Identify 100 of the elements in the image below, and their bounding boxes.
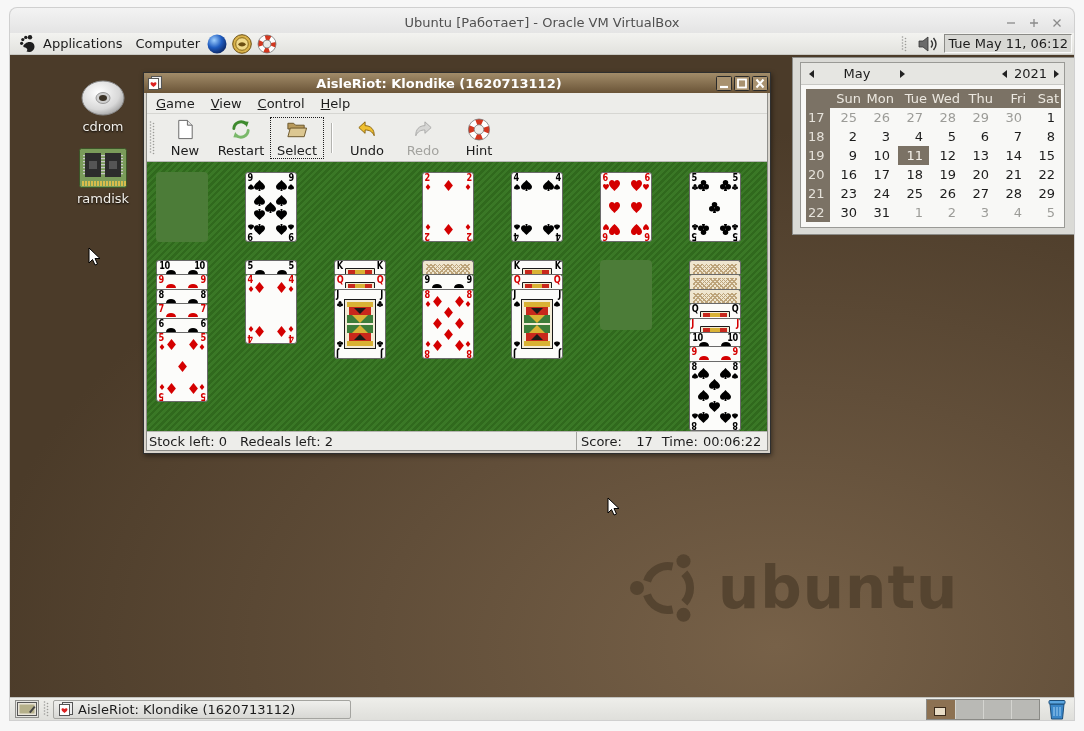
calendar-day[interactable]: 8 xyxy=(1028,127,1061,146)
calendar-day[interactable]: 5 xyxy=(929,127,962,146)
calendar-day[interactable]: 25 xyxy=(896,184,929,203)
calendar-day[interactable]: 15 xyxy=(1028,146,1061,165)
panel-menu[interactable]: Computer xyxy=(135,36,201,51)
calendar-day[interactable]: 6 xyxy=(962,127,995,146)
calendar-day[interactable]: 10 xyxy=(863,146,896,165)
toolbar-button[interactable]: Hint xyxy=(452,116,506,159)
calendar-day[interactable]: 21 xyxy=(995,165,1028,184)
playing-card[interactable]: 5 5 5 5 xyxy=(156,331,208,402)
cards-icon[interactable] xyxy=(148,76,162,90)
calendar-day[interactable]: 28 xyxy=(995,184,1028,203)
menu-item[interactable]: Game xyxy=(148,95,203,111)
card-rank: 8 xyxy=(691,362,697,371)
calendar-day[interactable]: 14 xyxy=(995,146,1028,165)
playing-card[interactable]: Q Q xyxy=(688,303,741,318)
playing-card[interactable]: Q Q xyxy=(333,274,386,289)
toolbar-button[interactable]: Restart xyxy=(214,116,268,159)
memory-chip-icon[interactable] xyxy=(79,148,127,188)
calendar-day[interactable]: 1 xyxy=(1028,108,1061,127)
close-icon[interactable] xyxy=(752,75,768,91)
workspace-tile[interactable] xyxy=(955,699,983,719)
menu-item[interactable]: Control xyxy=(249,95,313,111)
panel-menu[interactable]: Applications xyxy=(43,36,123,51)
card-rank: Q xyxy=(513,276,521,285)
calendar-day[interactable]: 11 xyxy=(898,146,929,165)
card-back[interactable] xyxy=(688,274,741,289)
playing-card[interactable]: 7 7 xyxy=(156,303,208,318)
grip-icon[interactable] xyxy=(149,119,155,156)
caret-left-icon[interactable] xyxy=(1001,69,1007,78)
diamond-icon xyxy=(453,318,465,330)
calendar-day[interactable]: 9 xyxy=(830,146,863,165)
playing-card[interactable]: 4 4 4 4 xyxy=(511,172,564,242)
speaker-icon[interactable] xyxy=(917,34,940,53)
calendar-day[interactable]: 16 xyxy=(830,165,863,184)
playing-card[interactable]: 9 9 xyxy=(156,274,208,289)
calendar-day[interactable]: 29 xyxy=(1028,184,1061,203)
playing-card[interactable]: J J J J xyxy=(333,288,386,359)
calendar-day[interactable]: 23 xyxy=(830,184,863,203)
workspace-tile[interactable] xyxy=(927,699,955,719)
taskbar-button[interactable]: AisleRiot: Klondike (1620713112) xyxy=(53,699,351,719)
desktop-icon-label[interactable]: ramdisk xyxy=(76,191,130,206)
playing-card[interactable]: J J J J xyxy=(511,288,564,359)
calendar-day[interactable]: 20 xyxy=(962,165,995,184)
playing-card[interactable]: 9 9 xyxy=(422,274,475,289)
foot-icon[interactable] xyxy=(19,34,35,53)
calendar-day[interactable]: 12 xyxy=(929,146,962,165)
minimize-icon[interactable] xyxy=(716,75,732,91)
medallion-icon[interactable] xyxy=(232,33,253,54)
toolbar-button[interactable]: New xyxy=(158,116,212,159)
calendar-day[interactable]: 17 xyxy=(863,165,896,184)
card-back[interactable] xyxy=(422,260,475,275)
calendar-day[interactable]: 18 xyxy=(896,165,929,184)
card-back[interactable] xyxy=(688,260,741,275)
globe-icon[interactable] xyxy=(207,33,228,54)
grip-icon[interactable] xyxy=(901,34,908,53)
calendar-day[interactable]: 2 xyxy=(830,127,863,146)
menu-item[interactable]: View xyxy=(202,95,250,111)
disc-icon[interactable] xyxy=(81,80,125,116)
calendar-day[interactable]: 22 xyxy=(1028,165,1061,184)
playing-card[interactable]: 6 6 6 6 xyxy=(600,172,652,242)
grip-icon[interactable] xyxy=(43,700,49,718)
calendar-day[interactable]: 31 xyxy=(863,203,896,222)
calendar-day[interactable]: 30 xyxy=(830,203,863,222)
menu-item[interactable]: Help xyxy=(312,95,359,111)
caret-right-icon[interactable] xyxy=(900,69,905,78)
show-desktop-button[interactable] xyxy=(15,700,39,718)
playing-card[interactable]: Q Q xyxy=(511,274,564,289)
calendar-day[interactable]: 19 xyxy=(929,165,962,184)
playing-card[interactable]: 9 9 9 9 xyxy=(244,172,297,242)
playing-card[interactable]: K K xyxy=(333,260,386,275)
clock-button[interactable]: Tue May 11, 06:12 xyxy=(944,34,1072,53)
workspace-tile[interactable] xyxy=(1011,699,1039,719)
calendar-day[interactable]: 24 xyxy=(863,184,896,203)
lifebuoy-icon[interactable] xyxy=(257,33,278,54)
playing-card[interactable]: 2 2 2 2 xyxy=(422,172,475,242)
workspace-tile[interactable] xyxy=(983,699,1011,719)
toolbar-button[interactable]: Select xyxy=(270,116,324,159)
playing-card[interactable]: 4 4 4 4 xyxy=(244,274,297,345)
playing-card[interactable]: 5 5 5 5 xyxy=(688,172,741,242)
caret-right-icon[interactable] xyxy=(1054,69,1059,78)
playing-card[interactable]: 10 10 xyxy=(156,260,208,275)
toolbar-button[interactable]: Undo xyxy=(340,116,394,159)
calendar-day[interactable]: 13 xyxy=(962,146,995,165)
playing-card[interactable]: 5 5 xyxy=(244,260,297,275)
calendar-day[interactable]: 4 xyxy=(896,127,929,146)
desktop-icon-label[interactable]: cdrom xyxy=(82,119,124,134)
maximize-icon[interactable] xyxy=(734,75,750,91)
calendar-day[interactable]: 3 xyxy=(863,127,896,146)
playing-card[interactable]: 9 9 xyxy=(688,346,741,361)
calendar-day[interactable]: 7 xyxy=(995,127,1028,146)
card-rank: 10 xyxy=(691,333,703,342)
calendar-day[interactable]: 27 xyxy=(962,184,995,203)
card-rank: 10 xyxy=(159,262,170,270)
playing-card[interactable]: 8 8 8 8 xyxy=(688,360,741,431)
trash-icon[interactable] xyxy=(1047,698,1067,720)
calendar-day[interactable]: 26 xyxy=(929,184,962,203)
caret-left-icon[interactable] xyxy=(809,69,814,78)
playing-card[interactable]: K K xyxy=(511,260,564,275)
playing-card[interactable]: 8 8 8 8 xyxy=(422,288,475,359)
